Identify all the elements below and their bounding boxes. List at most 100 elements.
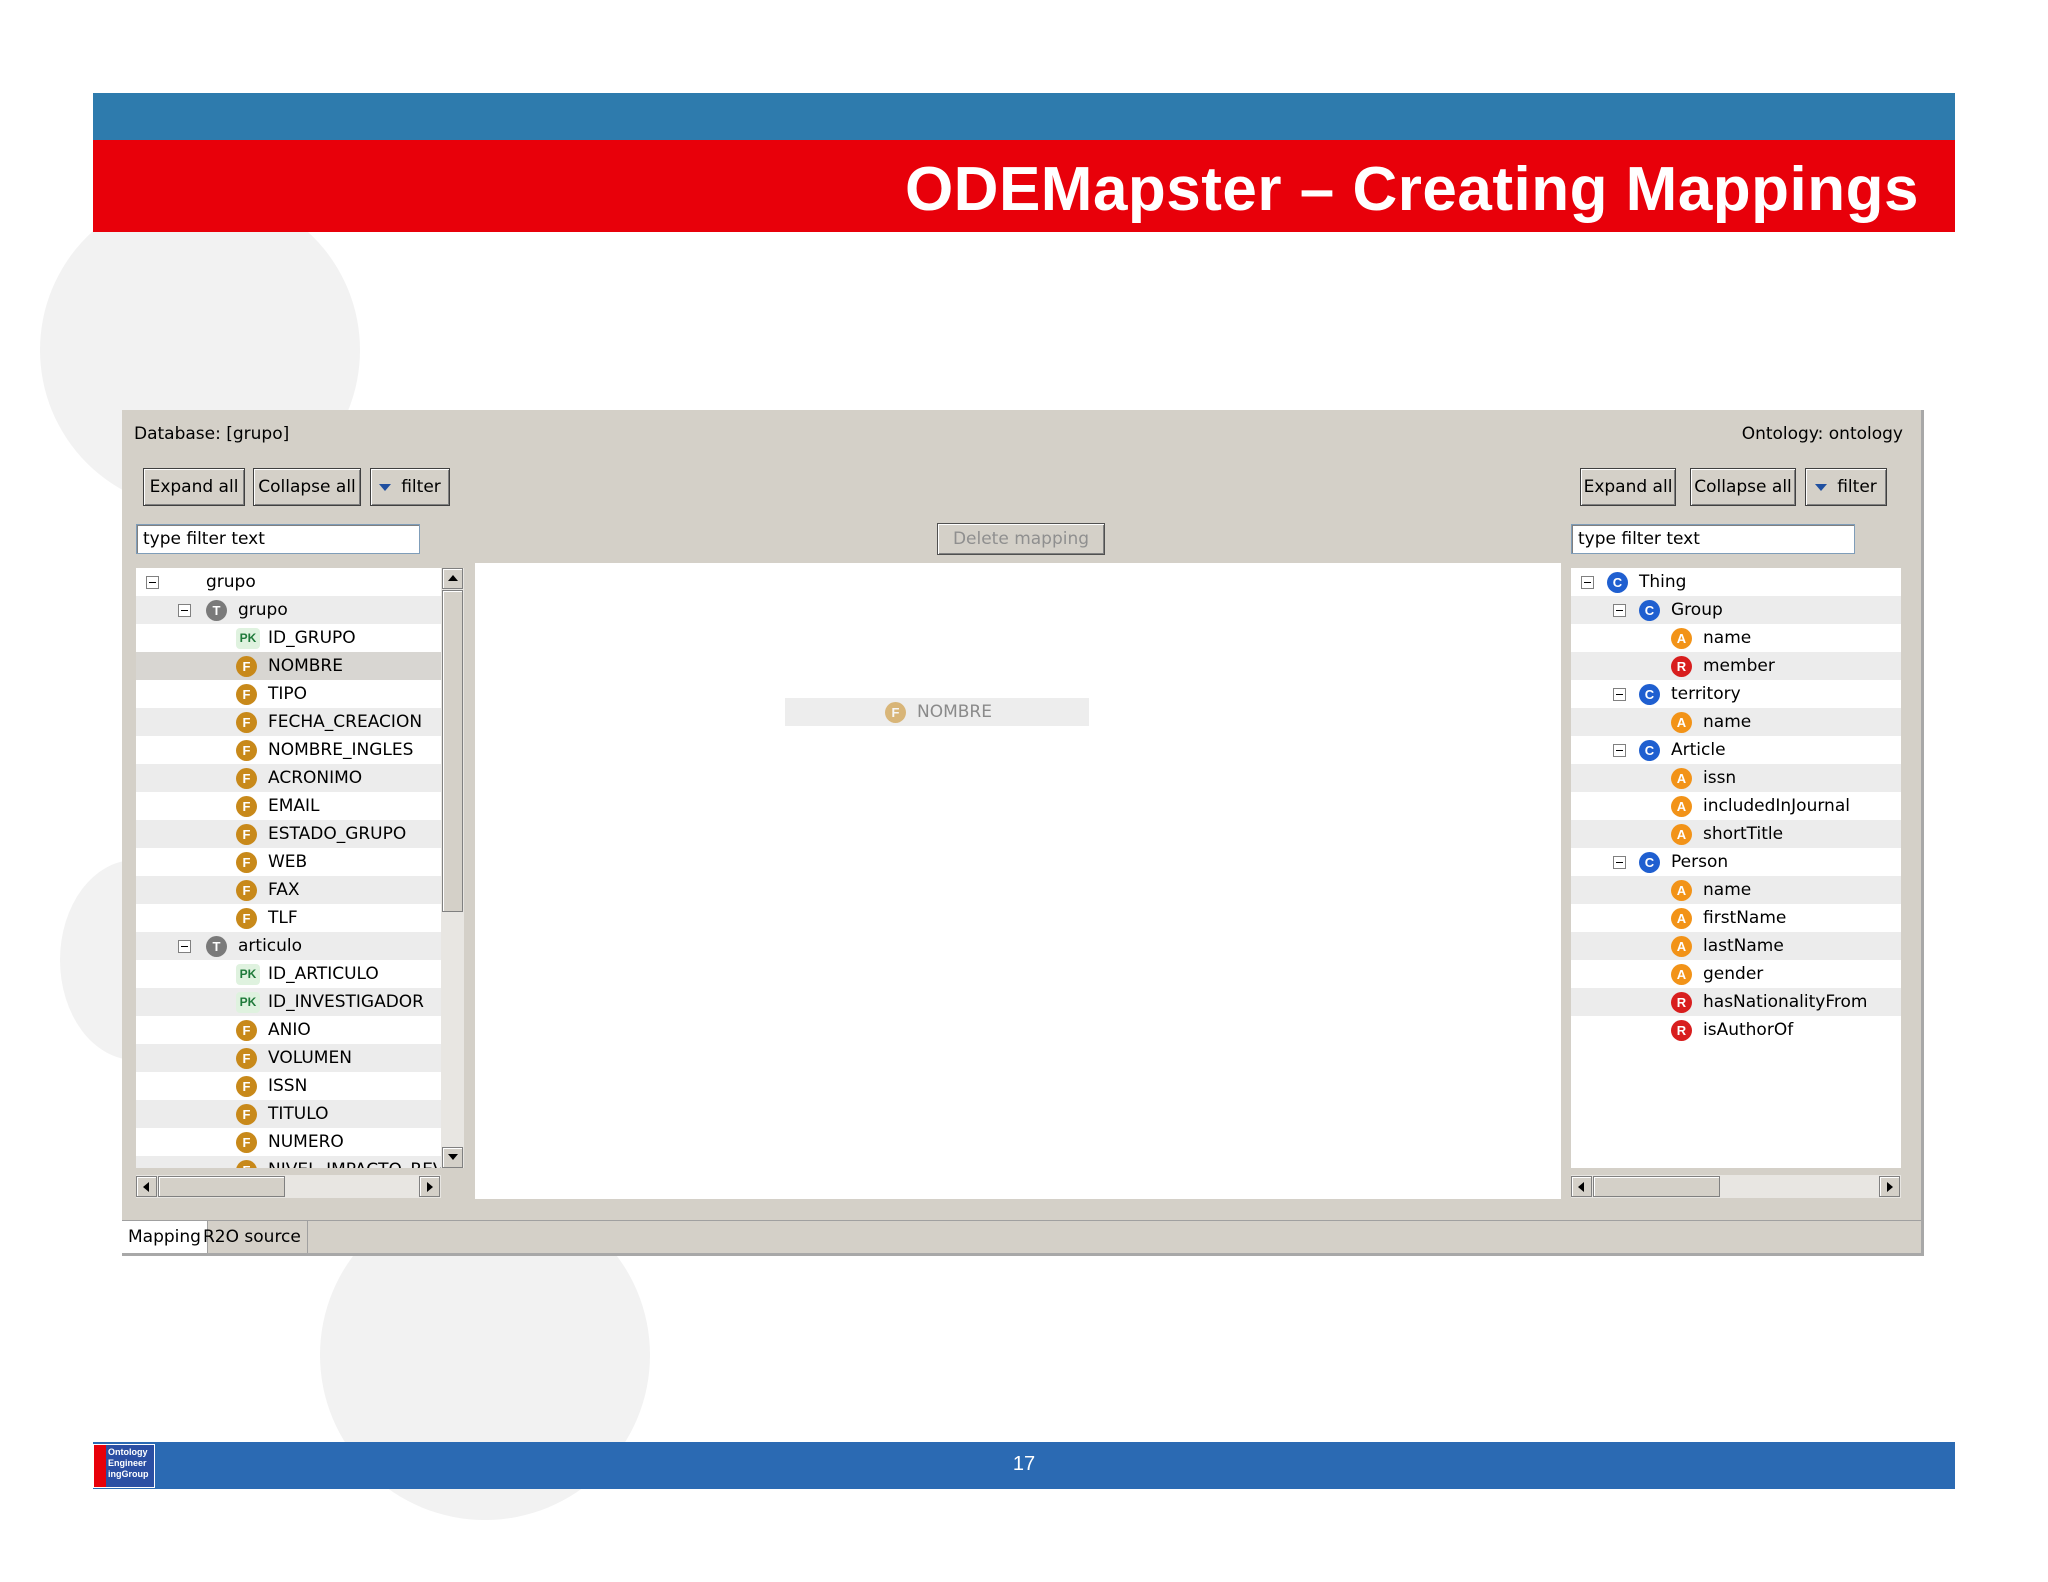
tree-row[interactable]: grupo bbox=[136, 568, 441, 596]
tree-row-label: issn bbox=[1703, 768, 1737, 788]
tree-row[interactable]: Aname bbox=[1571, 624, 1901, 652]
tree-row-label: ESTADO_GRUPO bbox=[268, 824, 407, 844]
field-icon: F bbox=[236, 1020, 257, 1041]
db-tree-vertical-scrollbar[interactable] bbox=[441, 568, 464, 1168]
delete-mapping-button[interactable]: Delete mapping bbox=[937, 523, 1105, 555]
tree-row[interactable]: Cterritory bbox=[1571, 680, 1901, 708]
tree-row[interactable]: F FAX bbox=[136, 876, 441, 904]
tree-row[interactable]: C Thing bbox=[1571, 568, 1901, 596]
scroll-up-icon[interactable] bbox=[442, 568, 463, 589]
tree-row[interactable]: Rmember bbox=[1571, 652, 1901, 680]
field-icon: F bbox=[236, 908, 257, 929]
collapse-toggle-icon[interactable] bbox=[146, 576, 159, 589]
tree-row[interactable]: F NUMERO bbox=[136, 1128, 441, 1156]
scroll-thumb[interactable] bbox=[1593, 1176, 1720, 1197]
db-tree-horizontal-scrollbar[interactable] bbox=[136, 1175, 441, 1198]
collapse-toggle-icon[interactable] bbox=[1613, 604, 1626, 617]
tree-row[interactable]: F ANIO bbox=[136, 1016, 441, 1044]
onto-filter-button[interactable]: filter bbox=[1805, 468, 1887, 506]
field-icon: F bbox=[236, 740, 257, 761]
tree-row-label: articulo bbox=[238, 936, 303, 956]
onto-collapse-all-button[interactable]: Collapse all bbox=[1690, 468, 1796, 506]
scroll-down-icon[interactable] bbox=[442, 1147, 463, 1168]
tree-row[interactable]: AshortTitle bbox=[1571, 820, 1901, 848]
collapse-toggle-icon[interactable] bbox=[178, 940, 191, 953]
tab-r2o-source[interactable]: R2O source bbox=[197, 1221, 308, 1253]
tree-row[interactable]: AlastName bbox=[1571, 932, 1901, 960]
scroll-left-icon[interactable] bbox=[1571, 1176, 1592, 1197]
tree-row[interactable]: C Article bbox=[1571, 736, 1901, 764]
collapse-toggle-icon[interactable] bbox=[1581, 576, 1594, 589]
tree-row[interactable]: F TIPO bbox=[136, 680, 441, 708]
tree-row[interactable]: RhasNationalityFrom bbox=[1571, 988, 1901, 1016]
attribute-icon: A bbox=[1671, 796, 1692, 817]
tree-row-label: member bbox=[1703, 656, 1775, 676]
tab-mapping[interactable]: Mapping bbox=[122, 1221, 208, 1253]
scroll-thumb[interactable] bbox=[442, 590, 463, 912]
tree-row-label: FAX bbox=[268, 880, 300, 900]
tree-row[interactable]: PK ID_GRUPO bbox=[136, 624, 441, 652]
tree-row[interactable]: RisAuthorOf bbox=[1571, 1016, 1901, 1044]
tree-row[interactable]: Tarticulo bbox=[136, 932, 441, 960]
database-tree[interactable]: grupo Tgrupo PK ID_GRUPO F NOMBRE F TIPO F FECHA_… bbox=[136, 568, 441, 1168]
tree-row[interactable]: F NIVEL_IMPACTO_REV bbox=[136, 1156, 441, 1168]
delete-mapping-label: Delete mapping bbox=[952, 529, 1090, 549]
collapse-toggle-icon[interactable] bbox=[1613, 856, 1626, 869]
tree-row[interactable]: Aname bbox=[1571, 876, 1901, 904]
scroll-right-icon[interactable] bbox=[419, 1176, 440, 1197]
onto-expand-all-button[interactable]: Expand all bbox=[1580, 468, 1676, 506]
scroll-left-icon[interactable] bbox=[136, 1176, 157, 1197]
tree-row[interactable]: C Person bbox=[1571, 848, 1901, 876]
tree-row[interactable]: AfirstName bbox=[1571, 904, 1901, 932]
ontology-tree[interactable]: C Thing C Group Aname Rmember Cterritory Aname C… bbox=[1571, 568, 1901, 1168]
tree-row[interactable]: PK ID_ARTICULO bbox=[136, 960, 441, 988]
tree-row[interactable]: F NOMBRE bbox=[136, 652, 441, 680]
tree-row-label: hasNationalityFrom bbox=[1703, 992, 1868, 1012]
field-icon: F bbox=[236, 712, 257, 733]
tree-row-label: lastName bbox=[1703, 936, 1784, 956]
tree-row[interactable]: F WEB bbox=[136, 848, 441, 876]
scroll-thumb[interactable] bbox=[158, 1176, 285, 1197]
scroll-right-icon[interactable] bbox=[1879, 1176, 1900, 1197]
tree-row[interactable]: F ACRONIMO bbox=[136, 764, 441, 792]
onto-filter-label: filter bbox=[1837, 477, 1877, 497]
mapping-canvas[interactable]: F NOMBRE bbox=[475, 563, 1561, 1199]
onto-tree-horizontal-scrollbar[interactable] bbox=[1571, 1175, 1901, 1198]
class-icon: C bbox=[1639, 600, 1660, 621]
tree-row[interactable]: C Group bbox=[1571, 596, 1901, 624]
tree-row[interactable]: AincludedInJournal bbox=[1571, 792, 1901, 820]
tree-row[interactable]: F VOLUMEN bbox=[136, 1044, 441, 1072]
tree-row[interactable]: Aname bbox=[1571, 708, 1901, 736]
tree-row[interactable]: F ESTADO_GRUPO bbox=[136, 820, 441, 848]
collapse-toggle-icon[interactable] bbox=[1613, 744, 1626, 757]
tree-row[interactable]: F FECHA_CREACION bbox=[136, 708, 441, 736]
db-filter-input[interactable]: type filter text bbox=[136, 524, 420, 554]
tree-row[interactable]: Agender bbox=[1571, 960, 1901, 988]
tree-row[interactable]: Tgrupo bbox=[136, 596, 441, 624]
attribute-icon: A bbox=[1671, 936, 1692, 957]
tree-row-label: grupo bbox=[206, 572, 256, 592]
db-collapse-all-button[interactable]: Collapse all bbox=[253, 468, 361, 506]
tree-row[interactable]: Aissn bbox=[1571, 764, 1901, 792]
tree-row[interactable]: F EMAIL bbox=[136, 792, 441, 820]
tree-row[interactable]: F TLF bbox=[136, 904, 441, 932]
collapse-toggle-icon[interactable] bbox=[178, 604, 191, 617]
onto-filter-input[interactable]: type filter text bbox=[1571, 524, 1855, 554]
primary-key-icon: PK bbox=[236, 992, 260, 1013]
field-icon: F bbox=[236, 684, 257, 705]
tree-row[interactable]: F NOMBRE_INGLES bbox=[136, 736, 441, 764]
tree-row[interactable]: F ISSN bbox=[136, 1072, 441, 1100]
tree-row[interactable]: F TITULO bbox=[136, 1100, 441, 1128]
mapping-node[interactable]: F NOMBRE bbox=[785, 698, 1089, 726]
database-label: Database: [grupo] bbox=[134, 424, 290, 444]
tree-row[interactable]: PK ID_INVESTIGADOR bbox=[136, 988, 441, 1016]
collapse-toggle-icon[interactable] bbox=[1613, 688, 1626, 701]
db-filter-button[interactable]: filter bbox=[370, 468, 450, 506]
relation-icon: R bbox=[1671, 656, 1692, 677]
tree-row-label: NOMBRE_INGLES bbox=[268, 740, 414, 760]
primary-key-icon: PK bbox=[236, 964, 260, 985]
oeg-logo: Ontology Engineer ingGroup bbox=[93, 1444, 155, 1488]
field-icon: F bbox=[236, 656, 257, 677]
db-expand-all-button[interactable]: Expand all bbox=[143, 468, 245, 506]
primary-key-icon: PK bbox=[236, 628, 260, 649]
